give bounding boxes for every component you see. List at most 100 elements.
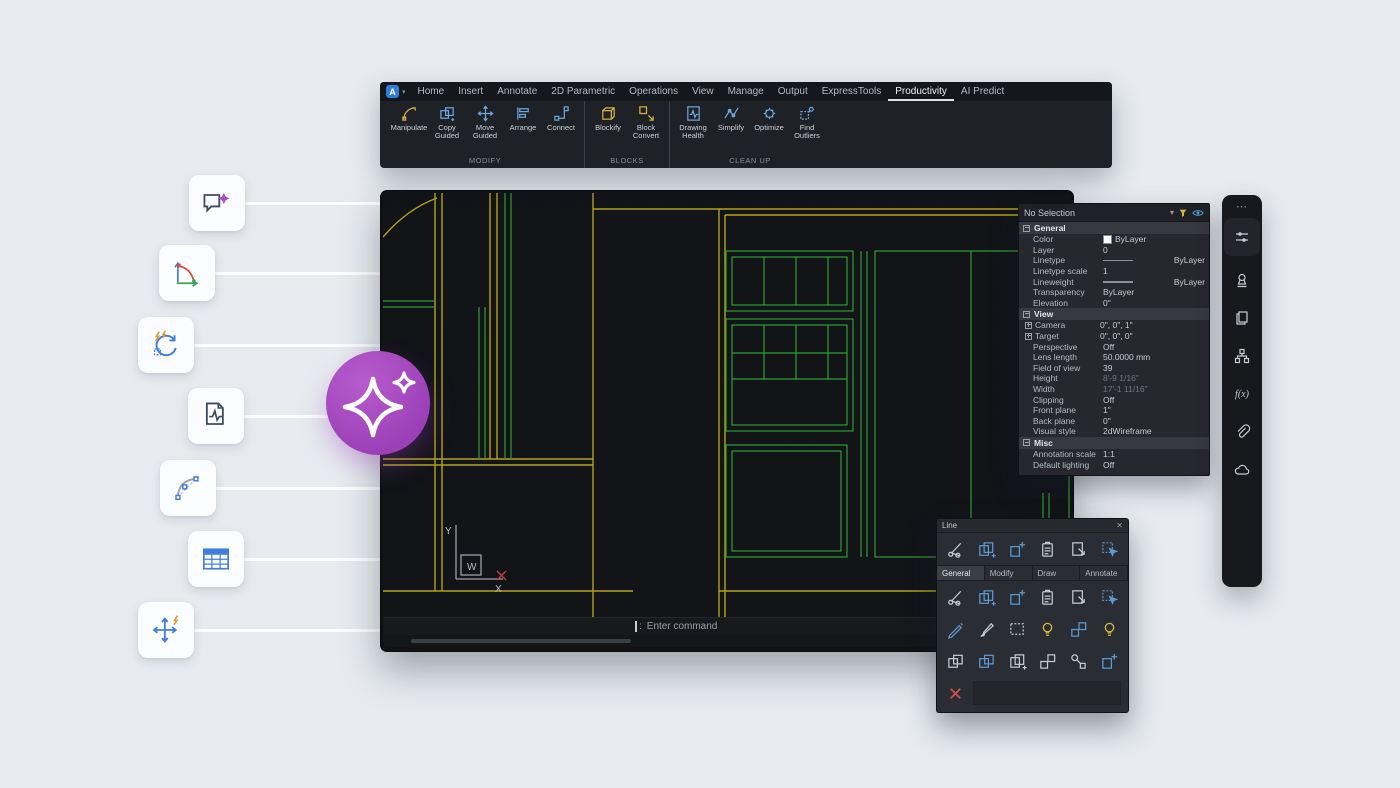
marquee-tool[interactable] [1002, 615, 1033, 643]
import-tool[interactable] [1063, 535, 1094, 563]
paste-tool[interactable] [1032, 535, 1063, 563]
ribbon-tab-productivity[interactable]: Productivity [888, 82, 954, 101]
copy-tool[interactable] [971, 583, 1002, 611]
ribbon-tab-2d-parametric[interactable]: 2D Parametric [544, 82, 622, 101]
draw-tool[interactable] [940, 615, 971, 643]
color-swatch[interactable] [1103, 235, 1112, 244]
horizontal-scrollbar[interactable] [411, 639, 631, 643]
close-icon[interactable]: ✕ [1116, 521, 1123, 530]
cloud-tool-button[interactable] [1224, 451, 1260, 489]
stamp-tool-button[interactable] [1224, 261, 1260, 299]
manipulate-button[interactable]: Manipulate [390, 104, 428, 155]
ribbon-tab-ai-predict[interactable]: AI Predict [954, 82, 1011, 101]
select-tool[interactable] [1094, 583, 1125, 611]
property-row[interactable]: Lens length50.0000 mm [1019, 352, 1209, 363]
connect-button[interactable]: Connect [542, 104, 580, 155]
ribbon-tab-expresstools[interactable]: ExpressTools [815, 82, 888, 101]
ribbon-tab-operations[interactable]: Operations [622, 82, 685, 101]
filter-icon[interactable] [1178, 208, 1188, 218]
highlight-tool[interactable] [1032, 615, 1063, 643]
property-row[interactable]: Elevation0" [1019, 298, 1209, 309]
duplicate-tool[interactable] [971, 647, 1002, 675]
chevron-down-icon[interactable]: ▾ [1170, 208, 1174, 217]
blockify-button[interactable]: Blockify [589, 104, 627, 155]
property-row[interactable]: LinetypeByLayer [1019, 255, 1209, 266]
property-row[interactable]: Default lightingOff [1019, 459, 1209, 470]
marketing-stage: A ▾ Home Insert Annotate 2D Parametric O… [0, 0, 1400, 788]
import-tool[interactable] [1063, 583, 1094, 611]
palette-tab-general[interactable]: General [937, 566, 985, 580]
property-row[interactable]: Visual style2dWireframe [1019, 426, 1209, 437]
palette-title-bar[interactable]: Line ✕ [937, 519, 1128, 533]
expand-icon[interactable] [1025, 322, 1032, 329]
property-row[interactable]: Camera0", 0", 1" [1019, 320, 1209, 331]
properties-tool-button[interactable] [1224, 218, 1260, 256]
palette-tab-annotate[interactable]: Annotate [1080, 566, 1128, 580]
spark-tool[interactable] [1094, 647, 1125, 675]
property-row[interactable]: Target0", 0", 0" [1019, 331, 1209, 342]
copy-tool[interactable] [1002, 647, 1033, 675]
selection-dropdown[interactable]: No Selection [1024, 208, 1166, 218]
property-row[interactable]: ColorByLayer [1019, 234, 1209, 245]
property-row[interactable]: Width17'-1 11/16" [1019, 384, 1209, 395]
property-row[interactable]: Height8'-9 1/16" [1019, 373, 1209, 384]
linetype-preview [1103, 260, 1133, 261]
line-palette: Line ✕ General Modify Draw Annotate [936, 518, 1129, 713]
palette-tab-draw[interactable]: Draw [1033, 566, 1081, 580]
cut-tool[interactable] [940, 583, 971, 611]
copy-tool[interactable] [971, 535, 1002, 563]
property-row[interactable]: ClippingOff [1019, 394, 1209, 405]
section-header-view[interactable]: View [1019, 308, 1209, 320]
palette-tab-modify[interactable]: Modify [985, 566, 1033, 580]
drawing-health-button[interactable]: Drawing Health [674, 104, 712, 155]
attachments-tool-button[interactable] [1224, 413, 1260, 451]
property-row[interactable]: PerspectiveOff [1019, 341, 1209, 352]
ribbon-tab-annotate[interactable]: Annotate [490, 82, 544, 101]
ribbon-tab-output[interactable]: Output [771, 82, 815, 101]
duplicate-tool[interactable] [940, 647, 971, 675]
lightbulb-icon [1100, 620, 1119, 639]
section-header-misc[interactable]: Misc [1019, 437, 1209, 449]
property-row[interactable]: TransparencyByLayer [1019, 287, 1209, 298]
property-row[interactable]: Annotation scale1:1 [1019, 449, 1209, 460]
svg-text:Y: Y [445, 526, 452, 537]
brush-tool[interactable] [971, 615, 1002, 643]
property-row[interactable]: Linetype scale1 [1019, 266, 1209, 277]
optimize-button[interactable]: Optimize [750, 104, 788, 155]
copy-special-tool[interactable] [1002, 583, 1033, 611]
ribbon-tab-view[interactable]: View [685, 82, 721, 101]
arrange-tool[interactable] [1032, 647, 1063, 675]
expand-icon[interactable] [1025, 333, 1032, 340]
property-row[interactable]: Field of view39 [1019, 363, 1209, 374]
section-header-general[interactable]: General [1019, 222, 1209, 234]
copy-guided-button[interactable]: Copy Guided [428, 104, 466, 155]
property-row[interactable]: LineweightByLayer [1019, 276, 1209, 287]
property-row[interactable]: Layer0 [1019, 245, 1209, 256]
ucs-icon [456, 525, 503, 579]
cut-tool[interactable] [940, 535, 971, 563]
simplify-button[interactable]: Simplify [712, 104, 750, 155]
property-row[interactable]: Front plane1" [1019, 405, 1209, 416]
app-logo[interactable]: A [386, 85, 399, 98]
paste-tool[interactable] [1032, 583, 1063, 611]
select-tool[interactable] [1094, 535, 1125, 563]
ribbon-tab-home[interactable]: Home [411, 82, 452, 101]
arrange-tool[interactable] [1063, 615, 1094, 643]
arrange-button[interactable]: Arrange [504, 104, 542, 155]
eye-icon[interactable] [1192, 208, 1204, 218]
block-convert-button[interactable]: Block Convert [627, 104, 665, 155]
sheets-tool-button[interactable] [1224, 299, 1260, 337]
find-outliers-button[interactable]: Find Outliers [788, 104, 826, 155]
delete-tool[interactable] [940, 679, 971, 707]
chevron-down-icon[interactable]: ▾ [402, 88, 406, 96]
ribbon-tab-manage[interactable]: Manage [721, 82, 771, 101]
fields-tool-button[interactable]: f(x) [1224, 375, 1260, 413]
property-row[interactable]: Back plane0" [1019, 416, 1209, 427]
more-icon[interactable]: ⋯ [1236, 200, 1248, 215]
move-guided-button[interactable]: Move Guided [466, 104, 504, 155]
link-tool[interactable] [1063, 647, 1094, 675]
isolate-tool[interactable] [1094, 615, 1125, 643]
ribbon-tab-insert[interactable]: Insert [451, 82, 490, 101]
copy-special-tool[interactable] [1002, 535, 1033, 563]
structure-tool-button[interactable] [1224, 337, 1260, 375]
